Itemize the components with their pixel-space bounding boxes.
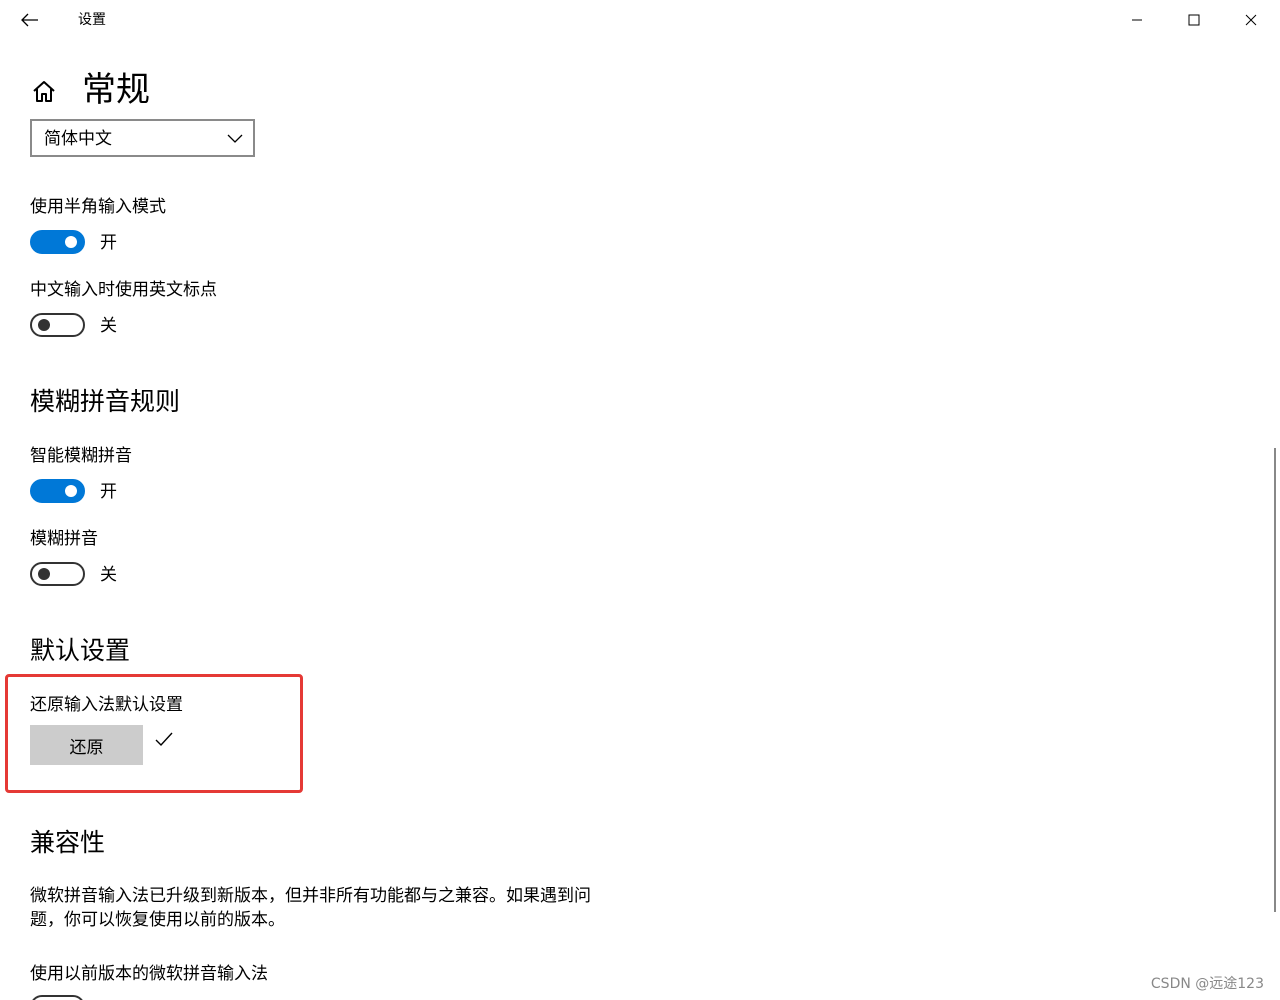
restore-button[interactable]: 还原 — [30, 725, 143, 765]
toggle-knob — [38, 319, 50, 331]
checkmark-icon — [155, 732, 173, 747]
fuzzy-section-heading: 模糊拼音规则 — [30, 387, 181, 416]
smart-fuzzy-label: 智能模糊拼音 — [30, 446, 132, 466]
smart-fuzzy-state: 开 — [100, 482, 117, 502]
maximize-button[interactable] — [1165, 0, 1222, 40]
minimize-button[interactable] — [1108, 0, 1165, 40]
home-icon[interactable] — [30, 78, 58, 106]
fuzzy-state: 关 — [100, 565, 117, 585]
smart-fuzzy-toggle[interactable] — [30, 479, 85, 503]
window-title: 设置 — [78, 12, 106, 28]
compat-section-heading: 兼容性 — [30, 828, 106, 857]
english-punct-label: 中文输入时使用英文标点 — [30, 280, 217, 300]
toggle-knob — [38, 568, 50, 580]
toggle-knob — [65, 236, 77, 248]
english-punct-toggle[interactable] — [30, 313, 85, 337]
toggle-knob — [65, 485, 77, 497]
minimize-icon — [1131, 19, 1142, 21]
close-button[interactable] — [1222, 0, 1279, 40]
restore-defaults-label: 还原输入法默认设置 — [30, 695, 183, 715]
compat-description: 微软拼音输入法已升级到新版本，但并非所有功能都与之兼容。如果遇到问题，你可以恢复… — [30, 886, 591, 930]
chevron-down-icon — [227, 134, 243, 143]
fuzzy-label: 模糊拼音 — [30, 529, 98, 549]
watermark: CSDN @远途123 — [1150, 976, 1264, 992]
half-width-label: 使用半角输入模式 — [30, 197, 166, 217]
settings-window: 设置 常规 简体中文 使用半角输入模式 开 中文输入时使用英文标点 关 模糊拼音… — [0, 0, 1280, 1000]
title-bar: 设置 — [0, 0, 1280, 40]
legacy-ime-label: 使用以前版本的微软拼音输入法 — [30, 964, 268, 984]
close-icon — [1245, 14, 1256, 26]
legacy-ime-toggle[interactable] — [30, 995, 85, 1000]
half-width-toggle[interactable] — [30, 230, 85, 254]
scrollbar[interactable] — [1274, 448, 1276, 912]
page-title: 常规 — [82, 70, 150, 110]
back-button[interactable] — [14, 4, 46, 36]
dropdown-selected-value: 简体中文 — [44, 129, 112, 149]
defaults-section-heading: 默认设置 — [30, 636, 131, 665]
fuzzy-toggle[interactable] — [30, 562, 85, 586]
language-dropdown[interactable]: 简体中文 — [30, 119, 255, 157]
english-punct-state: 关 — [100, 316, 117, 336]
half-width-state: 开 — [100, 233, 117, 253]
arrow-left-icon — [21, 13, 38, 27]
maximize-icon — [1188, 14, 1199, 26]
